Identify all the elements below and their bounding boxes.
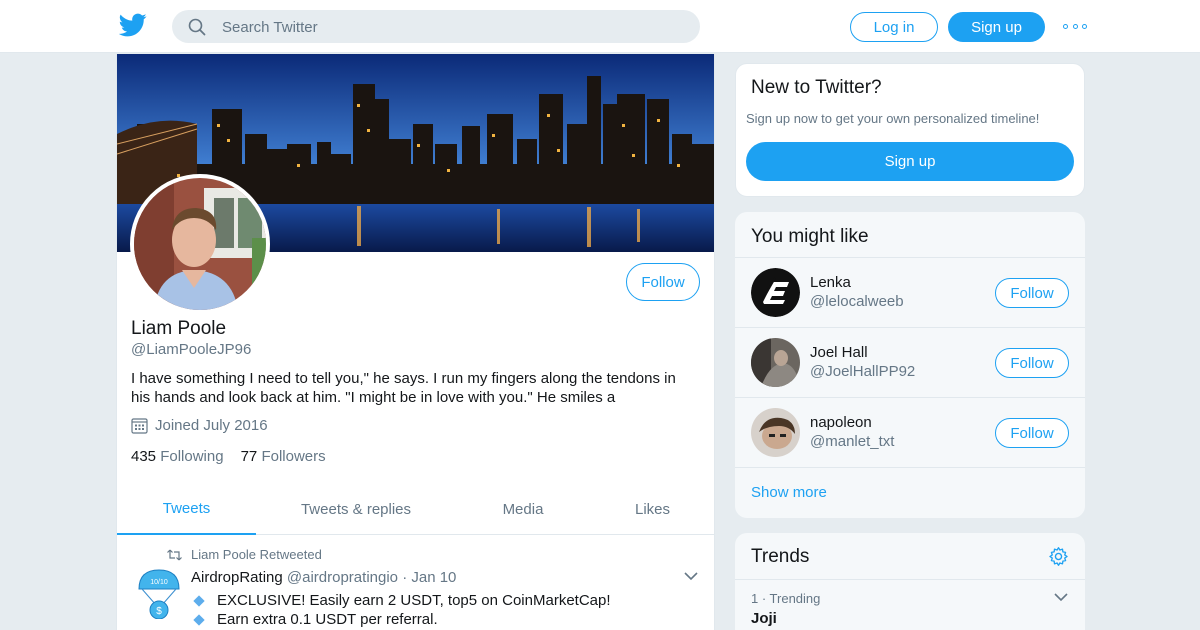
suggested-user-avatar[interactable] — [751, 338, 800, 387]
svg-text:$: $ — [156, 606, 162, 617]
you-might-like-card: You might like Lenka @lelocalweeb Follow… — [735, 212, 1085, 518]
profile-tabs: Tweets Tweets & replies Media Likes — [117, 483, 714, 535]
joined-date: Joined July 2016 — [131, 417, 268, 434]
more-dots-icon[interactable] — [1063, 18, 1087, 34]
tweet-separator: · — [402, 569, 408, 586]
tab-tweets-replies[interactable]: Tweets & replies — [256, 483, 456, 535]
tab-likes[interactable]: Likes — [590, 483, 714, 535]
suggested-user[interactable]: napoleon @manlet_txt Follow — [735, 397, 1085, 467]
suggested-user[interactable]: Lenka @lelocalweeb Follow — [735, 257, 1085, 327]
chevron-down-icon[interactable] — [1054, 593, 1068, 602]
suggested-user[interactable]: Joel Hall @JoelHallPP92 Follow — [735, 327, 1085, 397]
signup-card-button[interactable]: Sign up — [746, 142, 1074, 181]
login-button[interactable]: Log in — [850, 12, 938, 42]
chevron-down-icon[interactable] — [684, 572, 698, 581]
twitter-bird-icon[interactable] — [119, 11, 147, 39]
divider — [735, 579, 1085, 580]
profile-photo — [134, 178, 266, 310]
tweet-author-name[interactable]: AirdropRating — [191, 569, 283, 586]
you-might-like-heading: You might like — [751, 226, 869, 247]
search-input[interactable] — [222, 16, 662, 38]
profile-stats: 435 Following 77 Followers — [131, 448, 343, 465]
follow-suggested-button[interactable]: Follow — [995, 418, 1069, 448]
retweet-icon — [167, 549, 182, 560]
signup-button[interactable]: Sign up — [948, 12, 1045, 42]
profile-handle[interactable]: @LiamPooleJP96 — [131, 341, 251, 358]
follow-profile-button[interactable]: Follow — [626, 263, 700, 301]
joined-text: Joined July 2016 — [155, 417, 268, 434]
follow-suggested-button[interactable]: Follow — [995, 278, 1069, 308]
tab-media[interactable]: Media — [456, 483, 590, 535]
diamond-icon — [193, 594, 205, 607]
show-more-link[interactable]: Show more — [735, 467, 1085, 518]
profile-column: Follow Liam Poole @LiamPooleJP96 I have … — [116, 54, 715, 630]
trends-heading: Trends — [751, 546, 810, 567]
tweet-date[interactable]: Jan 10 — [411, 569, 456, 586]
tweet-text-line: EXCLUSIVE! Easily earn 2 USDT, top5 on C… — [193, 592, 611, 609]
followers-label: Followers — [261, 448, 326, 465]
search-box[interactable] — [172, 10, 700, 43]
followers-stat[interactable]: 77 Followers — [241, 448, 326, 465]
suggested-user-name[interactable]: napoleon — [810, 414, 872, 431]
followers-count: 77 — [240, 448, 258, 465]
trend-meta: 1 · Trending — [751, 591, 821, 606]
suggested-user-name[interactable]: Lenka — [810, 274, 851, 291]
dot — [1063, 23, 1068, 29]
retweeted-by-text[interactable]: Liam Poole Retweeted — [191, 547, 322, 562]
new-to-twitter-heading: New to Twitter? — [751, 77, 882, 98]
profile-bio: I have something I need to tell you," he… — [131, 370, 676, 406]
trends-card: Trends 1 · Trending Joji — [735, 533, 1085, 630]
show-more-label[interactable]: Show more — [751, 484, 827, 501]
suggested-user-avatar[interactable] — [751, 268, 800, 317]
top-navigation-bar: Log in Sign up — [0, 0, 1200, 53]
dot — [1072, 23, 1078, 29]
new-to-twitter-subtitle: Sign up now to get your own personalized… — [746, 111, 1040, 126]
dot — [1082, 23, 1087, 29]
new-to-twitter-card: New to Twitter? Sign up now to get your … — [735, 63, 1085, 197]
tweet-text-line: Earn extra 0.1 USDT per referral. — [193, 611, 438, 628]
profile-name: Liam Poole — [131, 318, 227, 339]
following-label: Following — [160, 448, 224, 465]
calendar-icon — [131, 418, 148, 434]
gear-icon[interactable] — [1048, 546, 1069, 567]
following-count: 435 — [131, 448, 157, 465]
retweet-context: Liam Poole Retweeted — [167, 547, 322, 562]
suggested-user-name[interactable]: Joel Hall — [810, 344, 868, 361]
follow-suggested-button[interactable]: Follow — [995, 348, 1069, 378]
suggested-user-handle[interactable]: @lelocalweeb — [810, 293, 904, 310]
suggested-user-handle[interactable]: @manlet_txt — [810, 433, 894, 450]
tweet-author-avatar[interactable]: $ 10/10 — [136, 567, 182, 619]
search-icon — [188, 18, 206, 36]
suggested-user-handle[interactable]: @JoelHallPP92 — [810, 363, 915, 380]
trend-name[interactable]: Joji — [751, 610, 777, 627]
following-stat[interactable]: 435 Following — [131, 448, 224, 465]
svg-text:10/10: 10/10 — [150, 579, 168, 586]
tweet-header: AirdropRating @airdropratingio · Jan 10 — [191, 569, 456, 586]
suggested-user-avatar[interactable] — [751, 408, 800, 457]
tab-tweets[interactable]: Tweets — [117, 483, 256, 535]
tweet-author-handle[interactable]: @airdropratingio — [287, 569, 398, 586]
tweet-line-text: EXCLUSIVE! Easily earn 2 USDT, top5 on C… — [217, 592, 611, 609]
tweet-line-text: Earn extra 0.1 USDT per referral. — [217, 611, 438, 628]
profile-avatar[interactable] — [130, 174, 270, 314]
diamond-icon — [193, 613, 205, 626]
